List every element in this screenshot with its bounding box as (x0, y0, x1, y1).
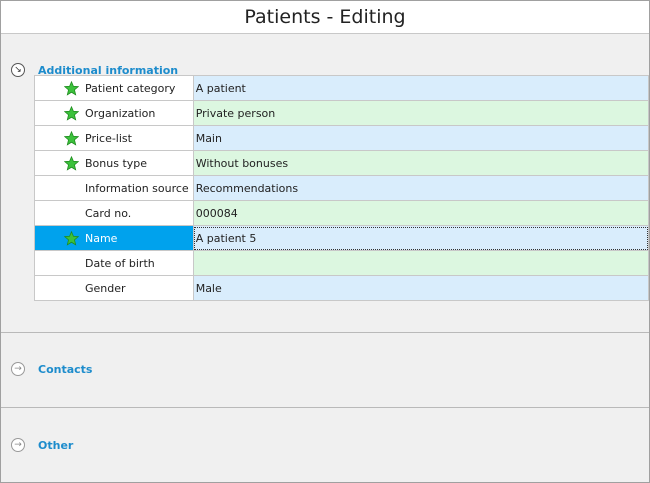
field-label-cell: Gender (34, 275, 194, 301)
field-label-cell: Card no. (34, 200, 194, 226)
table-row[interactable]: Date of birth (34, 250, 650, 276)
field-value[interactable] (192, 250, 650, 276)
star-icon (64, 130, 82, 146)
field-label: Information source (85, 181, 189, 195)
field-label: Card no. (85, 206, 132, 220)
field-label: Name (85, 231, 118, 245)
table-row[interactable]: Bonus type Without bonuses (34, 150, 650, 176)
expand-arrow-icon: → (11, 438, 25, 452)
field-value[interactable]: Main (192, 125, 650, 151)
star-icon (64, 155, 82, 171)
window-title: Patients - Editing (1, 1, 649, 34)
field-label: Organization (85, 106, 156, 120)
section-title: Contacts (38, 362, 93, 376)
table-row-selected[interactable]: Name A patient 5 (34, 225, 650, 251)
field-label-cell: Name (34, 225, 194, 251)
field-label-cell: Bonus type (34, 150, 194, 176)
field-label-cell: Patient category (34, 75, 194, 101)
table-row[interactable]: Card no. 000084 (34, 200, 650, 226)
star-icon (64, 105, 82, 121)
fields-grid: Patient category A patient Organization … (34, 75, 650, 301)
field-label: Gender (85, 281, 126, 295)
table-row[interactable]: Patient category A patient (34, 75, 650, 101)
table-row[interactable]: Price-list Main (34, 125, 650, 151)
field-value[interactable]: Private person (192, 100, 650, 126)
field-label-cell: Price-list (34, 125, 194, 151)
field-label: Bonus type (85, 156, 148, 170)
field-value[interactable]: Male (192, 275, 650, 301)
collapse-arrow-icon: ↘ (11, 63, 25, 77)
field-value[interactable]: 000084 (192, 200, 650, 226)
star-icon (64, 230, 82, 246)
field-label-cell: Date of birth (34, 250, 194, 276)
star-icon (64, 80, 82, 96)
table-row[interactable]: Information source Recommendations (34, 175, 650, 201)
section-contacts: → Contacts (1, 333, 649, 408)
field-value[interactable]: Recommendations (192, 175, 650, 201)
table-row[interactable]: Organization Private person (34, 100, 650, 126)
section-title: Other (38, 438, 74, 452)
field-value[interactable]: Without bonuses (192, 150, 650, 176)
field-value[interactable]: A patient (192, 75, 650, 101)
field-label: Price-list (85, 131, 132, 145)
patient-edit-window: Patients - Editing ↘ Additional informat… (0, 0, 650, 483)
section-header-contacts[interactable]: → Contacts (11, 359, 92, 379)
field-label-cell: Information source (34, 175, 194, 201)
field-label-cell: Organization (34, 100, 194, 126)
section-header-other[interactable]: → Other (11, 435, 73, 455)
table-row[interactable]: Gender Male (34, 275, 650, 301)
field-label: Date of birth (85, 256, 155, 270)
expand-arrow-icon: → (11, 362, 25, 376)
section-other: → Other (1, 408, 649, 482)
field-value[interactable]: A patient 5 (192, 225, 650, 251)
field-label: Patient category (85, 81, 176, 95)
